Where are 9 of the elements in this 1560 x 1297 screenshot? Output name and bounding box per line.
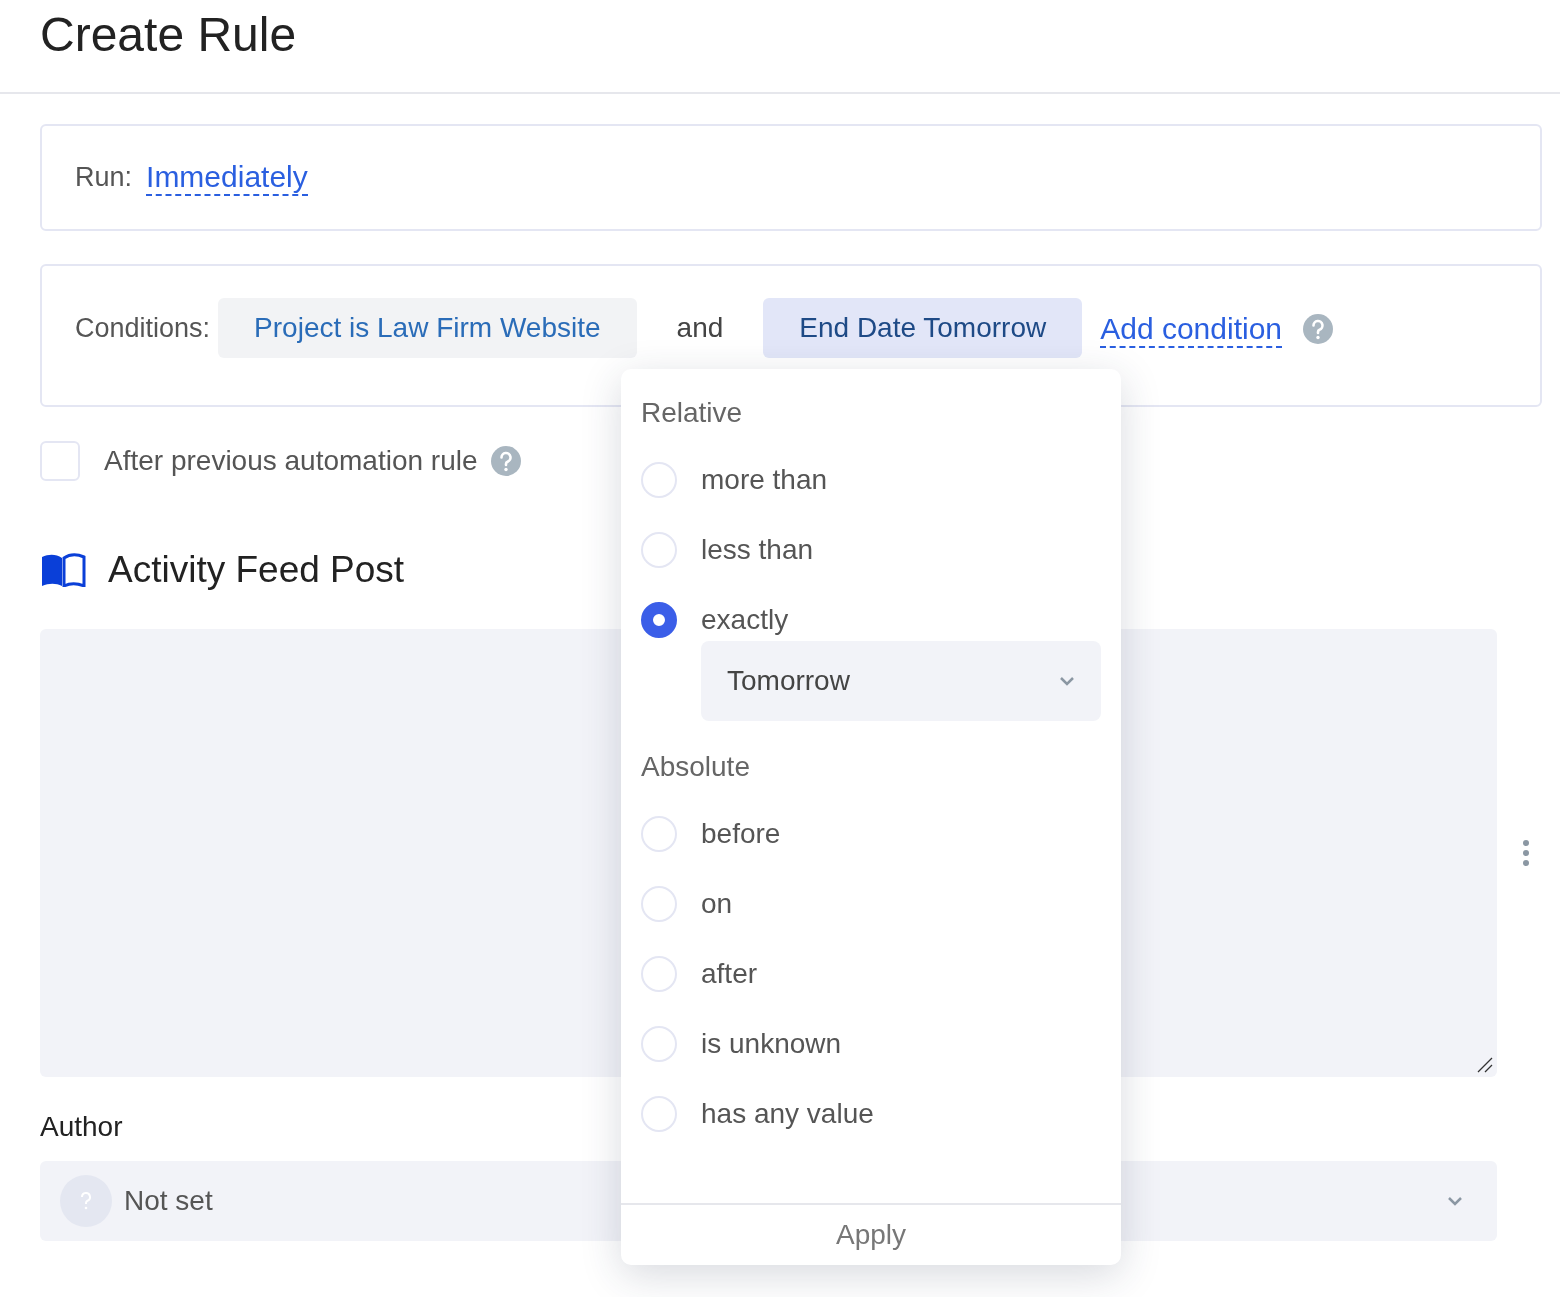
page-title: Create Rule [0,0,1560,94]
section-title: Activity Feed Post [108,549,405,591]
conditions-label: Conditions: [75,312,211,345]
group-heading: Absolute [641,750,751,784]
after-previous-label: After previous automation rule [104,445,478,477]
group-heading: Relative [641,396,744,430]
run-label: Run: [75,162,133,193]
and-label: and [676,311,724,345]
author-label: Author [40,1111,123,1143]
